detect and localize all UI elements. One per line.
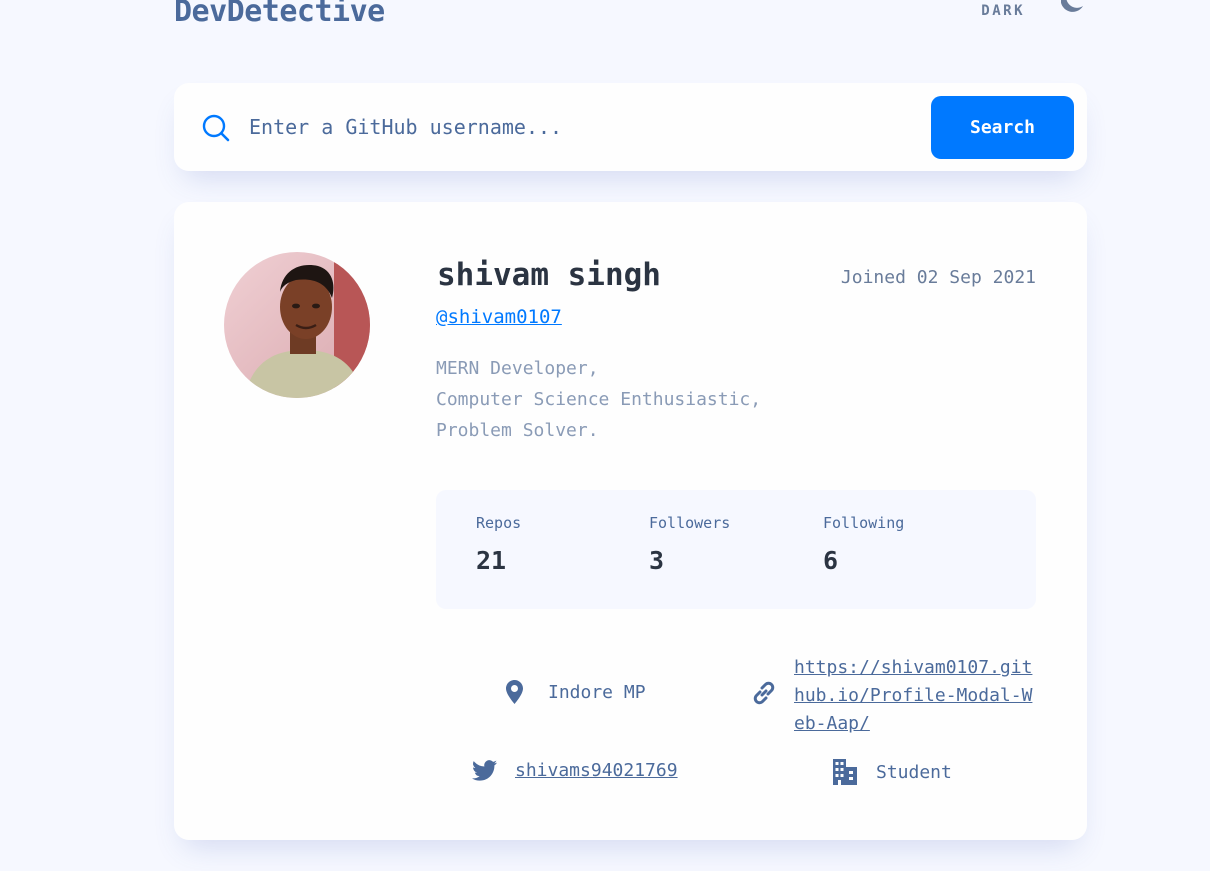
search-bar: Search: [174, 83, 1087, 171]
company-item: Student: [832, 759, 952, 785]
theme-toggle-label: DARK: [981, 3, 1025, 19]
search-button[interactable]: Search: [931, 96, 1074, 159]
profile-name: shivam singh: [437, 257, 661, 293]
twitter-link[interactable]: shivams94021769: [515, 760, 678, 781]
blog-link[interactable]: https://shivam0107.github.io/Profile-Mod…: [794, 654, 1039, 738]
stat-followers: Followers 3: [649, 514, 730, 575]
stat-value: 21: [476, 546, 507, 575]
search-input[interactable]: [249, 107, 909, 147]
profile-username-link[interactable]: @shivam0107: [436, 306, 562, 328]
join-date: Joined 02 Sep 2021: [840, 267, 1036, 288]
location-item: Indore MP: [506, 680, 646, 704]
stat-following: Following 6: [823, 514, 904, 575]
stat-repos: Repos 21: [476, 514, 521, 575]
profile-bio: MERN Developer, Computer Science Enthusi…: [436, 358, 762, 441]
stat-value: 6: [823, 546, 839, 575]
link-icon: [753, 681, 775, 705]
header: DevDetective DARK: [174, 0, 1087, 40]
stats-panel: Repos 21 Followers 3 Following 6: [436, 490, 1036, 609]
twitter-item: shivams94021769: [472, 760, 678, 781]
twitter-icon: [472, 760, 497, 781]
building-icon: [833, 759, 857, 785]
stat-label: Following: [823, 514, 905, 532]
avatar: [224, 252, 370, 398]
stat-label: Followers: [649, 514, 731, 532]
search-icon: [202, 114, 230, 142]
avatar-image: [224, 252, 370, 398]
app-logo: DevDetective: [174, 0, 385, 29]
company-text: Student: [876, 761, 952, 783]
location-text: Indore MP: [548, 681, 646, 703]
stat-value: 3: [649, 546, 665, 575]
stat-label: Repos: [476, 514, 522, 532]
app-container: DevDetective DARK Search: [174, 0, 1087, 840]
moon-icon: [1061, 0, 1083, 12]
profile-card: shivam singh Joined 02 Sep 2021 @shivam0…: [174, 202, 1087, 840]
theme-toggle-button[interactable]: DARK: [981, 0, 1087, 22]
location-pin-icon: [506, 680, 523, 704]
